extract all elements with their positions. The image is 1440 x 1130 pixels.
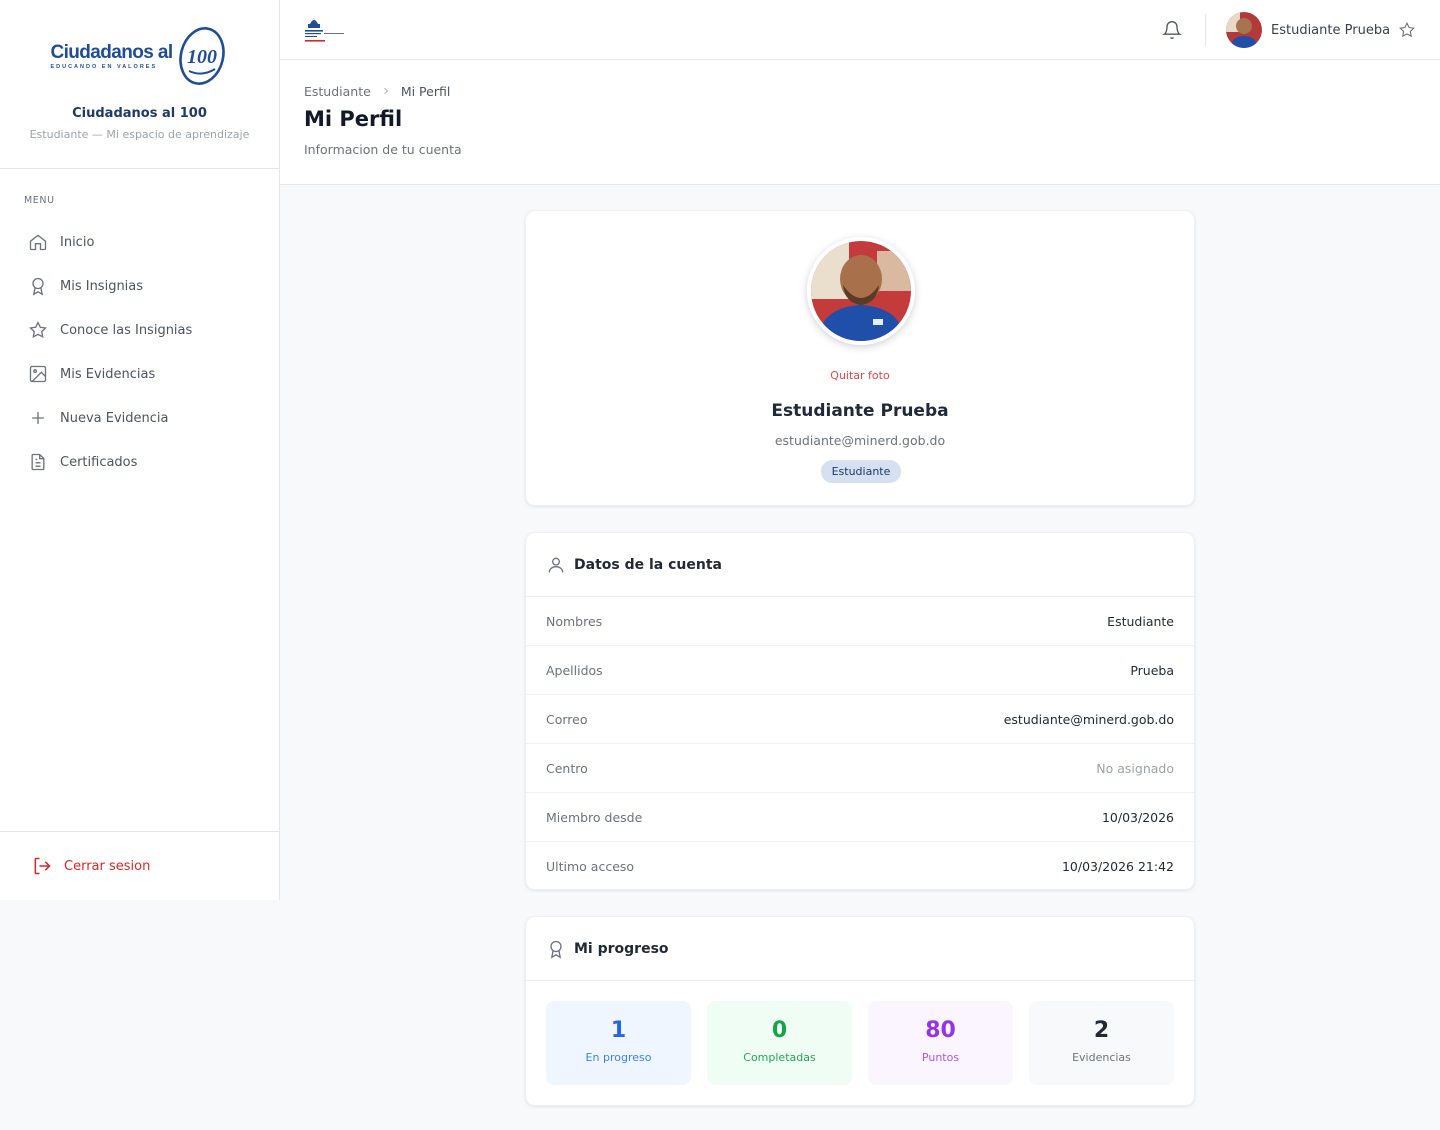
sidebar-item-label: Certificados [60, 454, 138, 470]
ministry-logo[interactable] [304, 14, 348, 44]
account-row-nombres: Nombres Estudiante [526, 597, 1194, 646]
breadcrumb: Estudiante Mi Perfil [304, 83, 1440, 99]
award-icon [32, 277, 44, 296]
stat-evidencias: 2 Evidencias [1029, 1001, 1174, 1085]
account-row-centro: Centro No asignado [526, 744, 1194, 793]
sidebar-item-label: Inicio [60, 234, 95, 250]
sidebar-item-label: Nueva Evidencia [60, 410, 169, 426]
account-row-apellidos: Apellidos Prueba [526, 646, 1194, 695]
user-name: Estudiante Prueba [1271, 22, 1391, 38]
stat-label: Puntos [921, 1051, 960, 1064]
sidebar-item-mis-insignias[interactable]: Mis Insignias [0, 264, 279, 308]
role-badge: Estudiante [821, 460, 901, 483]
sidebar: Ciudadanos al EDUCANDO EN VALORES 100 Ci… [0, 0, 280, 900]
logo-main-text: Ciudadanos al [50, 41, 173, 63]
profile-avatar[interactable] [807, 237, 915, 345]
award-icon [550, 940, 562, 959]
stat-value: 80 [925, 1018, 956, 1043]
logo-100-emblem: 100 [178, 27, 225, 85]
profile-card: Quitar foto Estudiante Prueba estudiante… [525, 210, 1195, 506]
row-value: 10/03/2026 [1101, 809, 1174, 825]
account-row-correo: Correo estudiante@minerd.gob.do [526, 695, 1194, 744]
sidebar-nav: Inicio Mis Insignias Conoce las Insignia… [0, 220, 279, 484]
logout-button[interactable]: Cerrar sesion [0, 831, 279, 900]
stat-value: 1 [610, 1018, 627, 1043]
sidebar-item-conoce-insignias[interactable]: Conoce las Insignias [0, 308, 279, 352]
row-label: Centro [546, 760, 588, 776]
progress-stats: 1 En progreso 0 Completadas 80 Puntos 2 … [526, 981, 1194, 1085]
breadcrumb-item-current: Mi Perfil [400, 83, 451, 99]
bell-icon [1162, 21, 1182, 39]
row-label: Nombres [546, 613, 603, 629]
notifications-button[interactable] [1162, 20, 1184, 42]
row-value: 10/03/2026 21:42 [1061, 859, 1174, 874]
account-card: Datos de la cuenta Nombres Estudiante Ap… [525, 532, 1195, 890]
topbar: Estudiante Prueba [280, 0, 1440, 60]
sidebar-item-label: Mis Evidencias [60, 366, 156, 382]
logout-label: Cerrar sesion [64, 858, 151, 874]
page-title: Mi Perfil [304, 107, 403, 131]
logo-wordmark: Ciudadanos al EDUCANDO EN VALORES [50, 41, 173, 70]
account-card-title: Datos de la cuenta [574, 556, 722, 573]
sidebar-item-label: Conoce las Insignias [60, 322, 193, 338]
breadcrumb-item-estudiante[interactable]: Estudiante [304, 84, 371, 99]
remove-photo-link[interactable]: Quitar foto [526, 369, 1194, 382]
document-icon [31, 453, 45, 471]
account-row-ultimo-acceso: Ultimo acceso 10/03/2026 21:42 [526, 842, 1194, 891]
row-label: Apellidos [546, 662, 603, 678]
avatar [1226, 12, 1262, 48]
logout-icon [34, 857, 51, 875]
account-row-miembro-desde: Miembro desde 10/03/2026 [526, 793, 1194, 842]
stat-completadas: 0 Completadas [707, 1001, 852, 1085]
brand-title: Ciudadanos al 100 [72, 106, 207, 121]
plus-icon [32, 412, 44, 424]
stat-label: En progreso [585, 1051, 652, 1064]
chevron-right-icon [384, 87, 388, 95]
row-value: No asignado [1096, 760, 1174, 776]
home-icon [29, 234, 47, 251]
brand-subtitle: Estudiante — Mi espacio de aprendizaje [29, 128, 250, 141]
stat-label: Completadas [743, 1051, 816, 1064]
row-value: Estudiante [1107, 613, 1174, 629]
star-icon[interactable] [1398, 21, 1416, 39]
row-label: Correo [546, 711, 588, 727]
progress-card-title: Mi progreso [574, 940, 669, 957]
stat-value: 2 [1093, 1018, 1110, 1043]
stat-label: Evidencias [1072, 1051, 1131, 1064]
progress-card: Mi progreso 1 En progreso 0 Completadas … [525, 916, 1195, 1106]
sidebar-item-inicio[interactable]: Inicio [0, 220, 279, 264]
stat-puntos: 80 Puntos [868, 1001, 1013, 1085]
sidebar-item-mis-evidencias[interactable]: Mis Evidencias [0, 352, 279, 396]
row-value: Prueba [1130, 662, 1174, 678]
user-icon [548, 557, 564, 573]
brand-logo[interactable]: Ciudadanos al EDUCANDO EN VALORES 100 [50, 24, 228, 88]
page-subtitle: Informacion de tu cuenta [304, 142, 462, 157]
page-header: Estudiante Mi Perfil Mi Perfil Informaci… [280, 60, 1440, 185]
topbar-divider [1205, 14, 1206, 46]
account-card-header: Datos de la cuenta [526, 533, 1194, 597]
row-label: Ultimo acceso [546, 859, 635, 874]
profile-email: estudiante@minerd.gob.do [774, 433, 946, 448]
profile-name: Estudiante Prueba [771, 401, 949, 421]
stat-value: 0 [771, 1018, 788, 1043]
image-icon [29, 365, 47, 383]
sidebar-item-certificados[interactable]: Certificados [0, 440, 279, 484]
logo-number: 100 [187, 46, 217, 68]
row-label: Miembro desde [546, 809, 643, 825]
progress-card-header: Mi progreso [526, 917, 1194, 981]
menu-label: MENU [24, 195, 55, 206]
sidebar-item-nueva-evidencia[interactable]: Nueva Evidencia [0, 396, 279, 440]
stat-en-progreso: 1 En progreso [546, 1001, 691, 1085]
star-icon [29, 320, 47, 339]
user-menu[interactable]: Estudiante Prueba [1226, 12, 1416, 48]
row-value: estudiante@minerd.gob.do [1003, 711, 1174, 727]
brand-header: Ciudadanos al EDUCANDO EN VALORES 100 Ci… [0, 0, 279, 169]
sidebar-item-label: Mis Insignias [60, 278, 144, 294]
logo-tagline: EDUCANDO EN VALORES [50, 63, 158, 70]
